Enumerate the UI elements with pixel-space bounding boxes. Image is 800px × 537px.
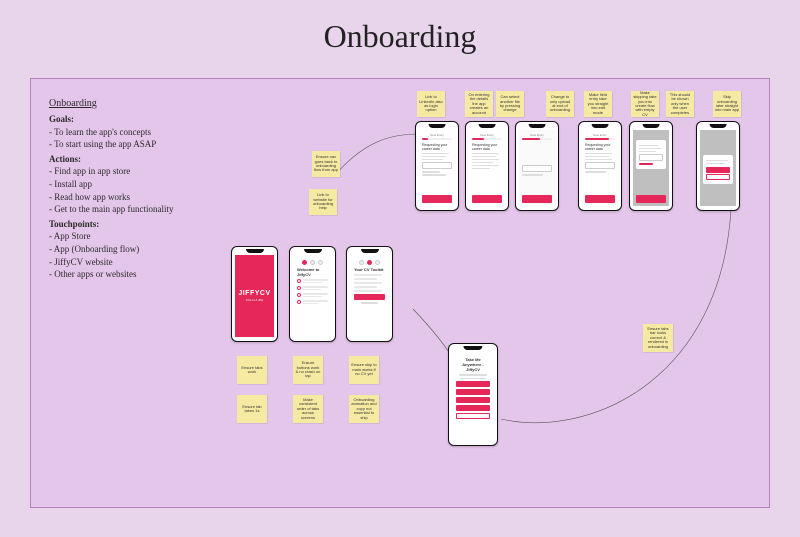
phone-wizard-step-3[interactable]: New Entry: [515, 121, 559, 211]
menu-secondary-button[interactable]: [456, 413, 490, 419]
brand-tagline: CVs In A Jiffy: [246, 298, 264, 302]
next-button[interactable]: [522, 195, 552, 203]
sticky-note[interactable]: Link to LinkedIn also as login option: [417, 91, 445, 117]
touchpoint-item: - Other apps or websites: [49, 268, 239, 281]
file-input[interactable]: [522, 165, 552, 172]
menu-button[interactable]: [456, 405, 490, 411]
sticky-note[interactable]: Ensure nav goes back to onboarding flow …: [312, 151, 340, 177]
sticky-note[interactable]: On entering the details the app creates …: [465, 91, 493, 117]
goals-label: Goals:: [49, 113, 239, 126]
action-item: - Get to the main app functionality: [49, 203, 239, 216]
sticky-note[interactable]: This should be shown only when the user …: [666, 91, 694, 117]
wizard-header: New Entry: [522, 133, 552, 137]
sticky-note[interactable]: Ensure skip to main works if no CV yet: [349, 356, 379, 384]
action-item: - Install app: [49, 178, 239, 191]
menu-title: Take Me Anywhere - JiffyCV: [456, 357, 490, 372]
primary-button[interactable]: [354, 294, 385, 300]
sticky-note[interactable]: Link to website for onboarding help: [309, 189, 337, 215]
actions-label: Actions:: [49, 153, 239, 166]
page-title: Onboarding: [0, 18, 800, 55]
wizard-header: New Entry: [585, 133, 615, 137]
wizard-header: New Entry: [472, 133, 502, 137]
phone-onboarding-1[interactable]: Welcome to JiffyCV: [289, 246, 336, 342]
phone-wizard-step-5[interactable]: [629, 121, 673, 211]
sticky-note[interactable]: Make skipping take you into create flow …: [631, 91, 659, 117]
wizard-title: Requesting your career data: [472, 143, 502, 151]
diagram-frame: Onboarding Goals: - To learn the app's c…: [30, 78, 770, 508]
onboarding-title: Your CV Toolkit: [354, 267, 385, 272]
phone-wizard-step-2[interactable]: New Entry Requesting your career data: [465, 121, 509, 211]
action-item: - Read how app works: [49, 191, 239, 204]
sticky-note[interactable]: Make consistent order of tabs across scr…: [293, 395, 323, 423]
phone-wizard-step-1[interactable]: New Entry Requesting your career data: [415, 121, 459, 211]
text-input[interactable]: [422, 162, 452, 169]
menu-button[interactable]: [456, 389, 490, 395]
panel-heading: Onboarding: [49, 97, 239, 111]
progress-bar: [585, 138, 615, 140]
touchpoint-item: - App Store: [49, 230, 239, 243]
next-button[interactable]: [472, 195, 502, 203]
next-button[interactable]: [422, 195, 452, 203]
sticky-note[interactable]: Ensure tabs work: [237, 356, 267, 384]
next-button[interactable]: [585, 195, 615, 203]
touchpoint-item: - JiffyCV website: [49, 256, 239, 269]
touchpoint-item: - App (Onboarding flow): [49, 243, 239, 256]
onboarding-text-panel: Onboarding Goals: - To learn the app's c…: [49, 97, 239, 281]
action-item: - Find app in app store: [49, 165, 239, 178]
sticky-note[interactable]: Make field entry take you straight into …: [584, 91, 612, 117]
phone-wizard-step-6[interactable]: [696, 121, 740, 211]
brand-logo: JIFFYCV: [238, 290, 270, 297]
sticky-note[interactable]: Skip onboarding later straight into main…: [713, 91, 741, 117]
progress-bar: [522, 138, 552, 140]
progress-bar: [422, 138, 452, 140]
phone-splash[interactable]: JIFFYCV CVs In A Jiffy: [231, 246, 278, 342]
primary-button[interactable]: [706, 167, 730, 173]
menu-button[interactable]: [456, 397, 490, 403]
sticky-note[interactable]: Onboarding animation and copy not essent…: [349, 395, 379, 423]
text-input[interactable]: [585, 162, 615, 169]
wizard-title: Requesting your career data: [585, 143, 615, 151]
phone-onboarding-2[interactable]: Your CV Toolkit: [346, 246, 393, 342]
progress-bar: [472, 138, 502, 140]
sticky-note[interactable]: Ensure buttons work & no crash on tap: [293, 356, 323, 384]
text-input[interactable]: [639, 154, 663, 161]
sticky-note[interactable]: Ensure tabs bar looks correct & rendered…: [643, 324, 673, 352]
goal-item: - To learn the app's concepts: [49, 126, 239, 139]
wizard-header: New Entry: [422, 133, 452, 137]
next-button[interactable]: [636, 195, 666, 203]
sticky-note[interactable]: Change to only upload at end of onboardi…: [546, 91, 574, 117]
sticky-note[interactable]: Can select another file by pressing chan…: [496, 91, 524, 117]
sticky-note[interactable]: Ensure tab takes 1s: [237, 395, 267, 423]
touchpoints-label: Touchpoints:: [49, 218, 239, 231]
pager-dots: [353, 260, 386, 265]
phone-main-menu[interactable]: Take Me Anywhere - JiffyCV: [448, 343, 498, 446]
secondary-button[interactable]: [706, 174, 730, 180]
phone-wizard-step-4[interactable]: New Entry Requesting your career data: [578, 121, 622, 211]
onboarding-title: Welcome to JiffyCV: [297, 267, 328, 277]
goal-item: - To start using the app ASAP: [49, 138, 239, 151]
menu-button[interactable]: [456, 381, 490, 387]
wizard-title: Requesting your career data: [422, 143, 452, 151]
pager-dots: [296, 260, 329, 265]
